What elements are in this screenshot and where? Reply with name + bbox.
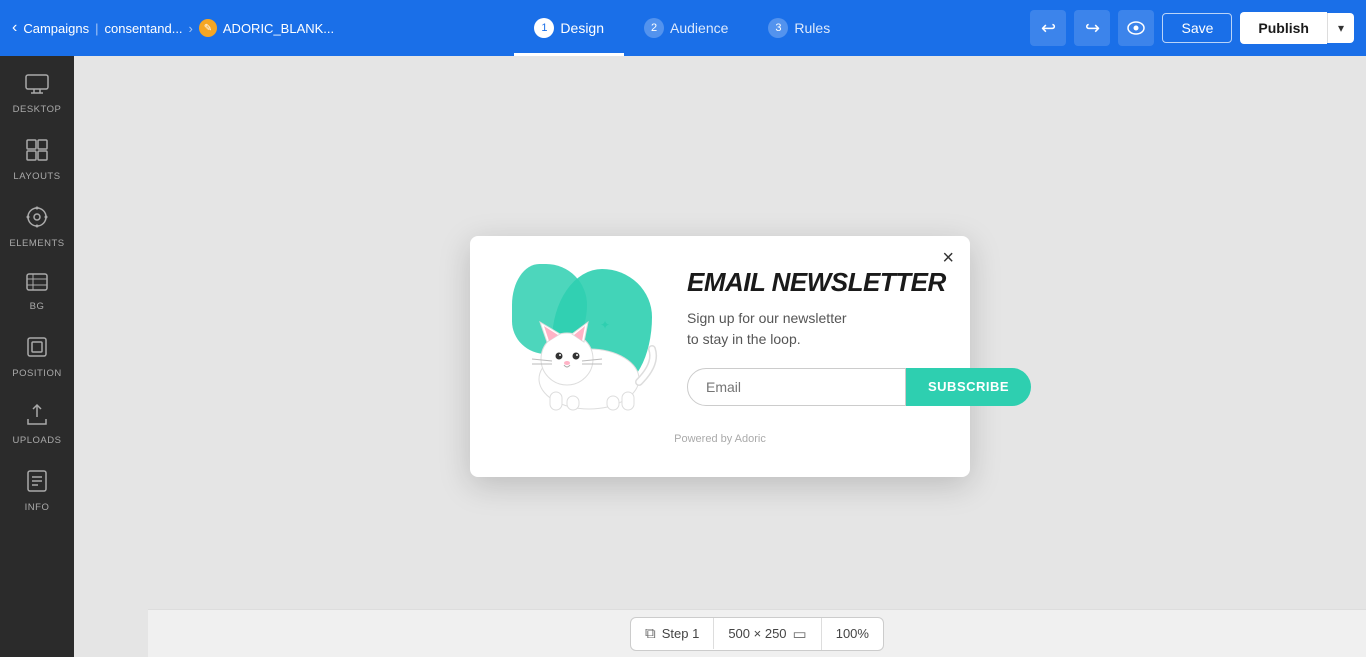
topbar-actions: ↩ ↪ Save Publish ▾: [1030, 10, 1354, 46]
position-icon: [26, 336, 48, 364]
sidebar-item-uploads-label: UPLOADS: [13, 435, 62, 446]
campaign-status-icon: ✎: [199, 19, 217, 37]
zoom-value: 100%: [836, 626, 869, 641]
sidebar-item-position-label: POSITION: [12, 368, 61, 379]
save-button[interactable]: Save: [1162, 13, 1232, 43]
elements-icon: [26, 206, 48, 234]
tab-audience[interactable]: 2 Audience: [624, 0, 748, 56]
uploads-icon: [27, 403, 47, 431]
dimensions-value: 500 × 250: [728, 626, 786, 641]
campaigns-link[interactable]: Campaigns: [23, 21, 89, 36]
sidebar-item-bg-label: BG: [30, 301, 45, 312]
topbar: ‹ Campaigns | consentand... › ✎ ADORIC_B…: [0, 0, 1366, 56]
tab-rules[interactable]: 3 Rules: [748, 0, 850, 56]
undo-button[interactable]: ↩: [1030, 10, 1066, 46]
tab-rules-label: Rules: [794, 20, 830, 36]
sidebar: DESKTOP LAYOUTS ELEMENTS BG POSITION: [0, 56, 74, 657]
screen-icon: ▭: [793, 625, 807, 643]
tab-navigation: 1 Design 2 Audience 3 Rules: [342, 0, 1022, 56]
popup-modal: ×: [470, 236, 970, 477]
tab-audience-label: Audience: [670, 20, 728, 36]
publish-group: Publish ▾: [1240, 12, 1354, 44]
tab-design[interactable]: 1 Design: [514, 0, 624, 56]
sidebar-item-layouts-label: LAYOUTS: [13, 171, 60, 182]
campaign-name[interactable]: ADORIC_BLANK...: [223, 21, 334, 36]
back-button[interactable]: ‹: [12, 19, 17, 37]
popup-title: EMAIL NEWSLETTER: [687, 268, 1031, 298]
sidebar-item-elements[interactable]: ELEMENTS: [0, 196, 74, 259]
sidebar-item-elements-label: ELEMENTS: [9, 238, 64, 249]
subscribe-button[interactable]: SUBSCRIBE: [906, 368, 1031, 406]
preview-button[interactable]: [1118, 10, 1154, 46]
publish-button[interactable]: Publish: [1240, 12, 1327, 44]
breadcrumb-site[interactable]: consentand...: [104, 21, 182, 36]
step-label: Step 1: [662, 626, 700, 641]
info-icon: [27, 470, 47, 498]
sidebar-item-desktop[interactable]: DESKTOP: [0, 64, 74, 125]
sidebar-item-info[interactable]: INFO: [0, 460, 74, 523]
sidebar-item-bg[interactable]: BG: [0, 263, 74, 322]
sidebar-item-position[interactable]: POSITION: [0, 326, 74, 389]
redo-button[interactable]: ↪: [1074, 10, 1110, 46]
popup-close-button[interactable]: ×: [942, 248, 954, 268]
popup-wrapper: ×: [470, 236, 970, 477]
tab-audience-num: 2: [644, 18, 664, 38]
sidebar-item-desktop-label: DESKTOP: [13, 104, 62, 115]
sidebar-item-info-label: INFO: [25, 502, 50, 513]
tab-design-num: 1: [534, 18, 554, 38]
popup-text-area: EMAIL NEWSLETTER Sign up for our newslet…: [687, 264, 1031, 406]
zoom-indicator[interactable]: 100%: [822, 619, 883, 648]
popup-subtitle: Sign up for our newsletterto stay in the…: [687, 308, 1031, 350]
bg-icon: [26, 273, 48, 297]
step-indicator: ⧉ Step 1: [631, 618, 714, 649]
powered-by-label: Powered by Adoric: [502, 433, 938, 445]
breadcrumb: ‹ Campaigns | consentand... › ✎ ADORIC_B…: [12, 19, 334, 37]
sidebar-item-uploads[interactable]: UPLOADS: [0, 393, 74, 456]
main-area: DESKTOP LAYOUTS ELEMENTS BG POSITION: [0, 56, 1366, 657]
publish-dropdown-button[interactable]: ▾: [1327, 13, 1354, 43]
desktop-icon: [25, 74, 49, 100]
breadcrumb-arrow: ›: [189, 21, 193, 36]
popup-form: SUBSCRIBE: [687, 368, 1031, 406]
cat-illustration: ✦: [512, 304, 667, 414]
canvas: ×: [74, 56, 1366, 657]
tab-design-label: Design: [560, 20, 604, 36]
breadcrumb-separator: |: [95, 21, 98, 36]
tab-rules-num: 3: [768, 18, 788, 38]
step-icon: ⧉: [645, 625, 656, 642]
sidebar-item-layouts[interactable]: LAYOUTS: [0, 129, 74, 192]
dimensions-indicator: 500 × 250 ▭: [714, 618, 821, 650]
layouts-icon: [26, 139, 48, 167]
email-input[interactable]: [687, 368, 906, 406]
svg-text:✦: ✦: [600, 318, 610, 332]
popup-illustration: ✦: [502, 264, 667, 419]
bottom-bar: ⧉ Step 1 500 × 250 ▭ 100%: [148, 609, 1366, 657]
bottom-bar-inner: ⧉ Step 1 500 × 250 ▭ 100%: [630, 617, 884, 651]
popup-content: ✦ EMAIL NEWSLETTER Sign up for our newsl…: [502, 264, 938, 419]
